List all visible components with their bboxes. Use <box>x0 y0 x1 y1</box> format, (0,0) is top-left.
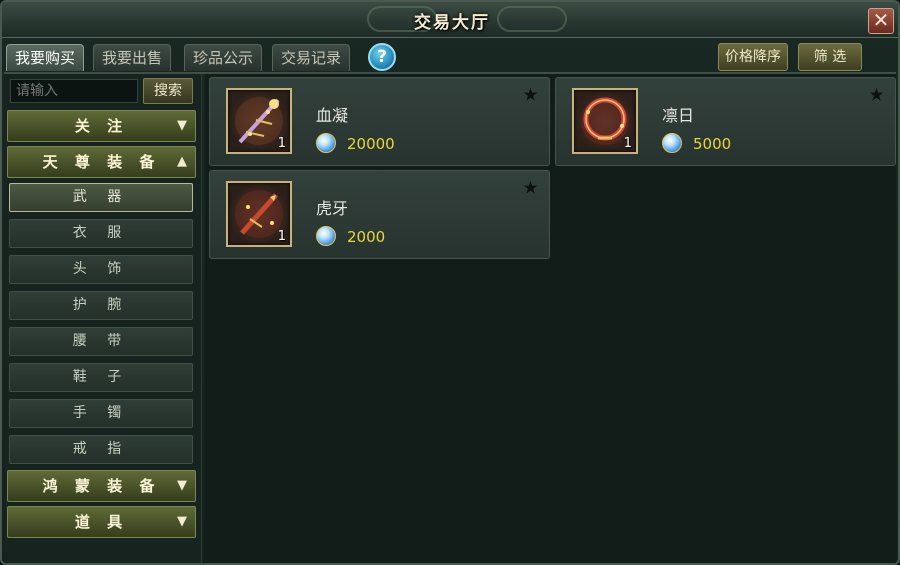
staff-weapon-icon[interactable]: 1 <box>226 88 292 154</box>
chevron-up-icon: ▲ <box>177 154 187 169</box>
chevron-down-icon: ▼ <box>177 514 187 529</box>
subcategory-belt[interactable]: 腰 带 <box>9 327 193 356</box>
item-card[interactable]: 1 凛日 5000 ★ <box>555 77 896 166</box>
currency-coin-icon <box>316 133 336 153</box>
search-input[interactable] <box>10 79 138 103</box>
filter-button[interactable]: 筛 选 <box>798 43 862 71</box>
spear-weapon-icon[interactable]: 1 <box>226 181 292 247</box>
item-name: 凛日 <box>662 106 695 125</box>
favorite-star-icon[interactable]: ★ <box>522 177 539 199</box>
sort-price-desc-button[interactable]: 价格降序 <box>718 43 788 71</box>
search-button[interactable]: 搜索 <box>143 78 193 104</box>
close-icon: ✕ <box>872 8 890 32</box>
category-label: 天 尊 装 备 <box>42 153 161 171</box>
currency-coin-icon <box>662 133 682 153</box>
currency-coin-icon <box>316 226 336 246</box>
window-title: 交易大厅 <box>414 13 490 33</box>
question-mark-icon: ? <box>377 47 387 67</box>
favorite-star-icon[interactable]: ★ <box>868 84 885 106</box>
category-hongmeng-equipment[interactable]: 鸿 蒙 装 备 ▼ <box>7 470 196 502</box>
subcategory-bracer[interactable]: 护 腕 <box>9 291 193 320</box>
item-card[interactable]: 1 血凝 20000 ★ <box>209 77 550 166</box>
tab-treasure-notice[interactable]: 珍品公示 <box>184 44 263 71</box>
tab-buy[interactable]: 我要购买 <box>6 44 85 71</box>
category-label: 鸿 蒙 装 备 <box>42 477 161 495</box>
category-label: 道 具 <box>74 513 129 531</box>
chevron-down-icon: ▼ <box>177 478 187 493</box>
category-follow[interactable]: 关 注 ▼ <box>7 110 196 142</box>
item-price: 5000 <box>693 135 732 153</box>
item-card[interactable]: 1 虎牙 2000 ★ <box>209 170 550 259</box>
trade-hall-window: 交易大厅 ✕ 我要购买 我要出售 珍品公示 交易记录 ? 价格降序 筛 选 搜索… <box>0 0 900 565</box>
tab-trade-records[interactable]: 交易记录 <box>272 44 351 71</box>
title-bar[interactable]: 交易大厅 ✕ <box>2 2 898 38</box>
chevron-down-icon: ▼ <box>177 118 187 133</box>
subcategory-clothes[interactable]: 衣 服 <box>9 219 193 248</box>
close-button[interactable]: ✕ <box>868 8 894 34</box>
item-name: 血凝 <box>316 106 349 125</box>
category-items[interactable]: 道 具 ▼ <box>7 506 196 538</box>
favorite-star-icon[interactable]: ★ <box>522 84 539 106</box>
subcategory-headwear[interactable]: 头 饰 <box>9 255 193 284</box>
ring-blade-weapon-icon[interactable]: 1 <box>572 88 638 154</box>
item-quantity: 1 <box>623 136 632 151</box>
category-tianzun-equipment[interactable]: 天 尊 装 备 ▲ <box>7 146 196 178</box>
item-price: 20000 <box>347 135 395 153</box>
item-price: 2000 <box>347 228 386 246</box>
tab-sell[interactable]: 我要出售 <box>93 44 172 71</box>
subcategory-ring[interactable]: 戒 指 <box>9 435 193 464</box>
item-quantity: 1 <box>277 136 286 151</box>
category-label: 关 注 <box>74 117 129 135</box>
subcategory-weapon[interactable]: 武 器 <box>9 183 193 212</box>
item-quantity: 1 <box>277 229 286 244</box>
subcategory-bracelet[interactable]: 手 镯 <box>9 399 193 428</box>
item-name: 虎牙 <box>316 199 349 218</box>
subcategory-shoes[interactable]: 鞋 子 <box>9 363 193 392</box>
help-button[interactable]: ? <box>368 43 396 71</box>
